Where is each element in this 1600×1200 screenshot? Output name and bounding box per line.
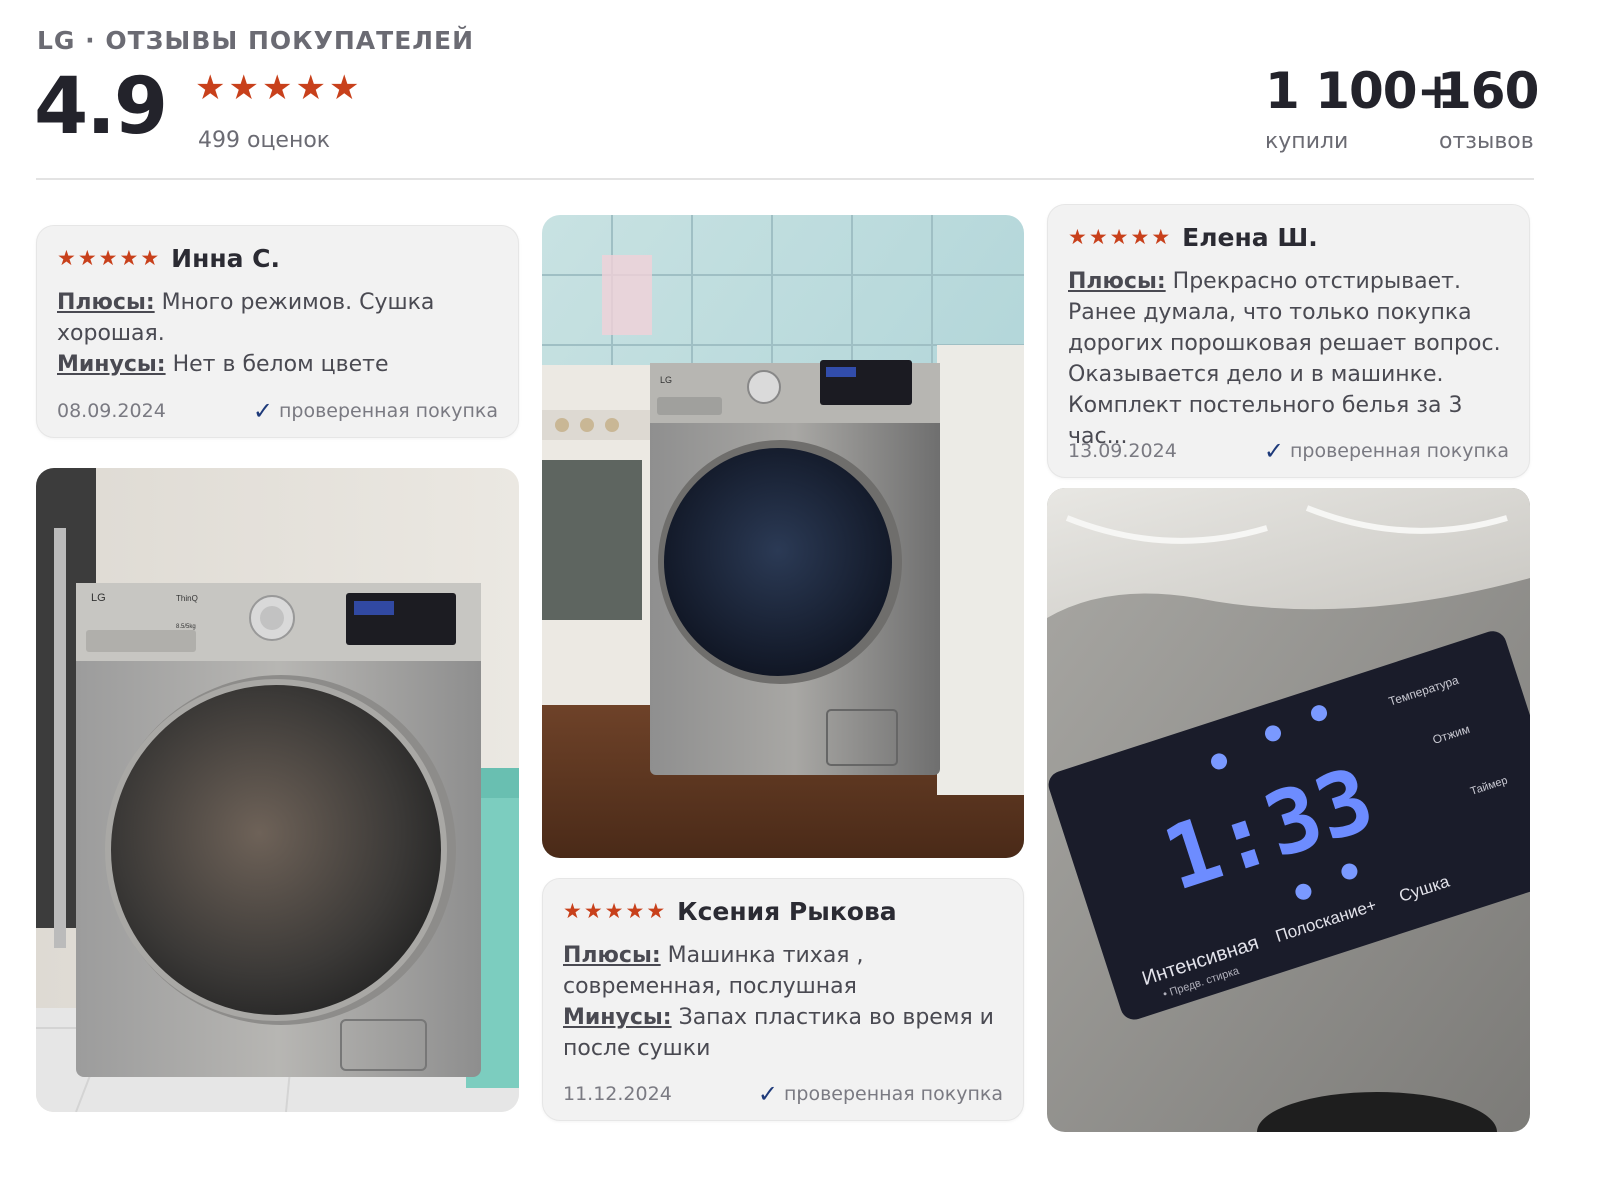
review-stars: ★ ★ ★ ★ ★	[57, 248, 159, 269]
star-icon: ★	[261, 69, 293, 107]
reviews-count: 160	[1437, 62, 1539, 120]
star-icon: ★	[228, 69, 259, 107]
brand-title: LG · ОТЗЫВЫ ПОКУПАТЕЛЕЙ	[37, 26, 475, 55]
review-photo[interactable]: LG ThinQ 8.5/5kg	[36, 468, 519, 1112]
star-icon: ★	[119, 247, 139, 270]
review-card[interactable]: ★ ★ ★ ★ ★ Елена Ш. Плюсы: Прекрасно отстирыв…	[1047, 204, 1530, 478]
check-icon: ✓	[757, 1080, 778, 1108]
verified-badge: ✓ проверенная покупка	[758, 1082, 1003, 1106]
star-icon: ★	[646, 900, 666, 923]
lg-logo: LG	[660, 375, 672, 385]
reviews-stat[interactable]: 160 отзывов	[1437, 62, 1539, 155]
washing-machine-photo: LG ThinQ 8.5/5kg	[36, 468, 519, 1112]
review-date: 13.09.2024	[1068, 440, 1177, 462]
review-author: Елена Ш.	[1182, 223, 1318, 252]
review-photo[interactable]: 1:33 Температура Отжим Таймер Интенсивна…	[1047, 488, 1530, 1132]
check-icon: ✓	[1263, 437, 1284, 465]
cons-label: Минусы:	[563, 1005, 672, 1030]
pros-label: Плюсы:	[563, 943, 661, 968]
star-icon: ★	[328, 69, 360, 107]
star-icon: ★	[140, 247, 160, 270]
star-icon: ★	[604, 900, 624, 923]
buyers-count: 1 100+	[1265, 62, 1458, 120]
average-rating: 4.9	[34, 62, 168, 152]
control-panel-photo: 1:33 Температура Отжим Таймер Интенсивна…	[1047, 488, 1530, 1132]
pros-text: Прекрасно отстирывает. Ранее думала, что…	[1068, 269, 1501, 449]
review-text: Плюсы: Много режимов. Сушка хорошая. Мин…	[57, 287, 498, 380]
rating-stars: ★ ★ ★ ★ ★	[195, 71, 359, 105]
cons-text: Нет в белом цвете	[172, 352, 389, 377]
lg-logo: LG	[91, 592, 106, 604]
model-label: ThinQ	[176, 594, 198, 603]
star-icon: ★	[98, 247, 118, 270]
buyers-label: купили	[1265, 129, 1349, 154]
rating-count: 499 оценок	[198, 128, 331, 153]
review-text: Плюсы: Прекрасно отстирывает. Ранее дума…	[1068, 266, 1509, 452]
reviews-header: LG · ОТЗЫВЫ ПОКУПАТЕЛЕЙ 4.9 ★ ★ ★ ★ ★ 49…	[34, 24, 1577, 184]
review-date: 11.12.2024	[563, 1083, 672, 1105]
star-icon: ★	[295, 69, 326, 107]
washing-machine-photo: LG	[542, 215, 1024, 858]
pros-label: Плюсы:	[1068, 269, 1166, 294]
verified-label: проверенная покупка	[278, 400, 498, 422]
review-card[interactable]: ★ ★ ★ ★ ★ Инна С. Плюсы: Много режимов. Сушк…	[36, 225, 519, 438]
star-icon: ★	[1088, 226, 1108, 249]
review-card[interactable]: ★ ★ ★ ★ ★ Ксения Рыкова Плюсы: Машинка тихая…	[542, 878, 1024, 1121]
check-icon: ✓	[252, 397, 273, 425]
verified-badge: ✓ проверенная покупка	[1264, 439, 1509, 463]
star-icon: ★	[195, 69, 226, 107]
star-icon: ★	[583, 900, 603, 923]
star-icon: ★	[563, 900, 582, 923]
pros-label: Плюсы:	[57, 290, 155, 315]
reviews-label: отзывов	[1439, 129, 1534, 154]
verified-label: проверенная покупка	[783, 1083, 1003, 1105]
review-text: Плюсы: Машинка тихая , современная, посл…	[563, 940, 1003, 1064]
review-date: 08.09.2024	[57, 400, 166, 422]
star-icon: ★	[1109, 226, 1129, 249]
cons-label: Минусы:	[57, 352, 166, 377]
star-icon: ★	[625, 900, 645, 923]
review-photo[interactable]: LG	[542, 215, 1024, 858]
verified-badge: ✓ проверенная покупка	[253, 399, 498, 423]
capacity-label: 8.5/5kg	[176, 624, 196, 630]
star-icon: ★	[1068, 226, 1087, 249]
star-icon: ★	[77, 247, 97, 270]
review-stars: ★ ★ ★ ★ ★	[563, 901, 665, 922]
buyers-stat: 1 100+ купили	[1265, 62, 1458, 155]
star-icon: ★	[1130, 226, 1150, 249]
star-icon: ★	[1151, 226, 1171, 249]
header-divider	[36, 178, 1534, 180]
verified-label: проверенная покупка	[1289, 440, 1509, 462]
star-icon: ★	[57, 247, 76, 270]
review-author: Ксения Рыкова	[677, 897, 897, 926]
review-author: Инна С.	[171, 244, 281, 273]
review-stars: ★ ★ ★ ★ ★	[1068, 227, 1170, 248]
